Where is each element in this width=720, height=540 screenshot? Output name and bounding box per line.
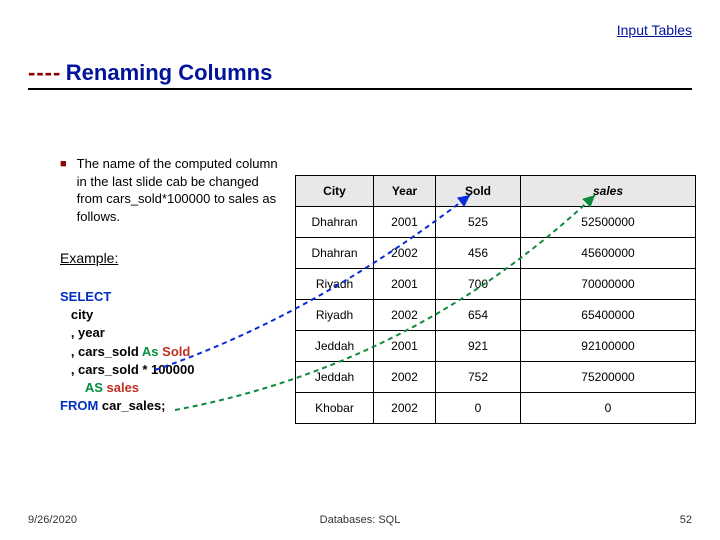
cell: 2002 <box>374 300 436 331</box>
square-bullet-icon: ■ <box>60 155 67 225</box>
cell: 2001 <box>374 269 436 300</box>
table-row: Jeddah200192192100000 <box>296 331 696 362</box>
cell: 752 <box>436 362 521 393</box>
bullet-text: The name of the computed column in the l… <box>77 155 278 225</box>
slide-title: ---- Renaming Columns <box>28 60 692 90</box>
slide: Input Tables ---- Renaming Columns ■ The… <box>0 0 720 540</box>
kw-from: FROM <box>60 398 98 413</box>
cell: 2001 <box>374 331 436 362</box>
table-row: Jeddah200275275200000 <box>296 362 696 393</box>
cell: Dhahran <box>296 238 374 269</box>
table-row: Dhahran200152552500000 <box>296 207 696 238</box>
cell: 75200000 <box>521 362 696 393</box>
sql-from-table: car_sales; <box>98 398 165 413</box>
cell: Dhahran <box>296 207 374 238</box>
cell: 52500000 <box>521 207 696 238</box>
table-row: Dhahran200245645600000 <box>296 238 696 269</box>
bullet-item: ■ The name of the computed column in the… <box>60 155 278 225</box>
table-head: City Year Sold sales <box>296 176 696 207</box>
alias-sales: sales <box>107 380 140 395</box>
cell: Riyadh <box>296 300 374 331</box>
input-tables-link[interactable]: Input Tables <box>617 22 692 38</box>
sql-code-block: SELECT city , year , cars_sold As Sold ,… <box>60 288 278 415</box>
alias-sold: Sold <box>162 344 190 359</box>
cell: 2002 <box>374 238 436 269</box>
th-sales: sales <box>521 176 696 207</box>
sql-col-year: , year <box>60 325 105 340</box>
cell: 654 <box>436 300 521 331</box>
cell: 70000000 <box>521 269 696 300</box>
table-body: Dhahran200152552500000 Dhahran2002456456… <box>296 207 696 424</box>
example-label: Example: <box>60 249 278 268</box>
cell: 456 <box>436 238 521 269</box>
kw-as-1: As <box>142 344 159 359</box>
cell: 2002 <box>374 393 436 424</box>
result-table: City Year Sold sales Dhahran200152552500… <box>295 175 696 424</box>
cell: Jeddah <box>296 331 374 362</box>
cell: 92100000 <box>521 331 696 362</box>
th-city: City <box>296 176 374 207</box>
title-text: Renaming Columns <box>66 60 273 85</box>
table-row: Riyadh200265465400000 <box>296 300 696 331</box>
cell: Riyadh <box>296 269 374 300</box>
sql-col-city: city <box>60 307 93 322</box>
cell: 45600000 <box>521 238 696 269</box>
table-row: Khobar200200 <box>296 393 696 424</box>
cell: Khobar <box>296 393 374 424</box>
kw-select: SELECT <box>60 289 111 304</box>
cell: 2001 <box>374 207 436 238</box>
cell: 2002 <box>374 362 436 393</box>
cell: 700 <box>436 269 521 300</box>
cell: 65400000 <box>521 300 696 331</box>
footer-page: 52 <box>680 514 692 526</box>
cell: Jeddah <box>296 362 374 393</box>
cell: 525 <box>436 207 521 238</box>
cell: 0 <box>521 393 696 424</box>
sql-col-mul: , cars_sold * 100000 <box>60 362 194 377</box>
cell: 0 <box>436 393 521 424</box>
alias-indent <box>60 380 85 395</box>
cell: 921 <box>436 331 521 362</box>
title-dashes: ---- <box>28 60 61 85</box>
kw-as-2: AS <box>85 380 103 395</box>
th-sold: Sold <box>436 176 521 207</box>
sql-col-cars: , cars_sold <box>60 344 142 359</box>
left-column: ■ The name of the computed column in the… <box>60 155 278 415</box>
footer-course: Databases: SQL <box>0 514 720 526</box>
th-year: Year <box>374 176 436 207</box>
table-row: Riyadh200170070000000 <box>296 269 696 300</box>
